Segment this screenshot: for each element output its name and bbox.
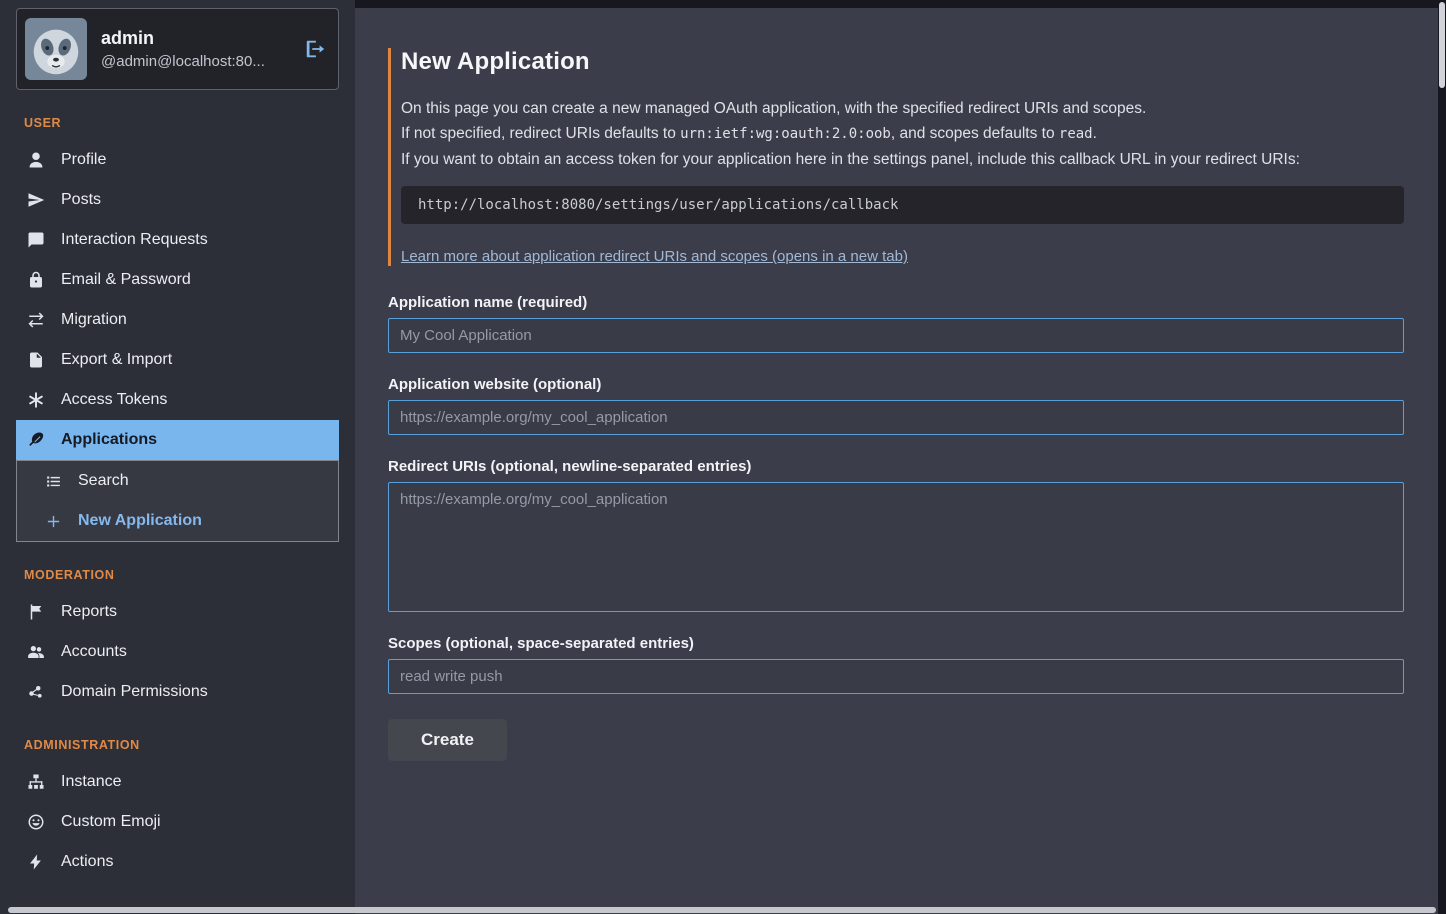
- sidebar-item-applications[interactable]: Applications: [16, 420, 339, 460]
- section-heading-moderation: MODERATION: [24, 568, 339, 582]
- users-icon: [26, 643, 46, 661]
- intro-line-2-text: If not specified, redirect URIs defaults…: [401, 125, 680, 142]
- learn-more-link[interactable]: Learn more about application redirect UR…: [401, 248, 908, 265]
- asterisk-icon: [26, 391, 46, 409]
- section-heading-user: USER: [24, 116, 339, 130]
- sidebar-item-access-tokens[interactable]: Access Tokens: [16, 380, 339, 420]
- plus-icon: [43, 513, 63, 530]
- sign-out-icon[interactable]: [304, 38, 326, 60]
- section-heading-administration: ADMINISTRATION: [24, 738, 339, 752]
- file-icon: [26, 351, 46, 369]
- application-website-label: Application website (optional): [388, 376, 1404, 393]
- sidebar-item-label: Access Tokens: [61, 391, 167, 409]
- sidebar-item-label: Domain Permissions: [61, 683, 208, 701]
- field-application-website: Application website (optional): [388, 376, 1404, 435]
- sidebar-item-label: Email & Password: [61, 271, 191, 289]
- intro-line-2-text: .: [1093, 125, 1097, 142]
- intro-line-2: If not specified, redirect URIs defaults…: [401, 121, 1404, 147]
- paper-plane-icon: [26, 191, 46, 209]
- sidebar-item-new-application[interactable]: New Application: [17, 501, 338, 541]
- redirect-uris-label: Redirect URIs (optional, newline-separat…: [388, 458, 1404, 475]
- sidebar-item-label: Accounts: [61, 643, 127, 661]
- avatar: [25, 18, 87, 80]
- sidebar-item-label: Search: [78, 472, 129, 490]
- page-title: New Application: [401, 48, 1404, 76]
- sidebar-item-instance[interactable]: Instance: [16, 762, 339, 802]
- feather-icon: [26, 431, 46, 449]
- scopes-input[interactable]: [388, 659, 1404, 694]
- sidebar-item-domain-permissions[interactable]: Domain Permissions: [16, 672, 339, 712]
- app-window: admin @admin@localhost:80... USER Profil…: [0, 0, 1446, 914]
- sidebar: admin @admin@localhost:80... USER Profil…: [0, 0, 355, 914]
- sidebar-item-custom-emoji[interactable]: Custom Emoji: [16, 802, 339, 842]
- sidebar-item-label: Export & Import: [61, 351, 172, 369]
- sidebar-item-label: Custom Emoji: [61, 813, 161, 831]
- intro-block: New Application On this page you can cre…: [388, 48, 1404, 266]
- sidebar-item-label: New Application: [78, 512, 202, 530]
- sidebar-item-label: Reports: [61, 603, 117, 621]
- sitemap-icon: [26, 773, 46, 791]
- field-redirect-uris: Redirect URIs (optional, newline-separat…: [388, 458, 1404, 612]
- new-application-form: Application name (required) Application …: [388, 294, 1404, 761]
- sidebar-item-profile[interactable]: Profile: [16, 140, 339, 180]
- applications-submenu: Search New Application: [16, 460, 339, 542]
- smiley-icon: [26, 813, 46, 831]
- sidebar-item-accounts[interactable]: Accounts: [16, 632, 339, 672]
- user-handle: @admin@localhost:80...: [101, 53, 265, 70]
- sidebar-item-label: Actions: [61, 853, 113, 871]
- sidebar-item-label: Posts: [61, 191, 101, 209]
- intro-line-1: On this page you can create a new manage…: [401, 96, 1404, 121]
- bolt-icon: [26, 853, 46, 871]
- horizontal-scrollbar-thumb[interactable]: [8, 907, 1436, 913]
- application-name-label: Application name (required): [388, 294, 1404, 311]
- main-panel: New Application On this page you can cre…: [355, 8, 1438, 914]
- list-icon: [43, 473, 63, 490]
- vertical-scrollbar[interactable]: [1438, 0, 1446, 914]
- vertical-scrollbar-thumb[interactable]: [1439, 2, 1445, 88]
- sidebar-item-label: Interaction Requests: [61, 231, 208, 249]
- create-button[interactable]: Create: [388, 719, 507, 761]
- comment-icon: [26, 231, 46, 249]
- sidebar-item-email-password[interactable]: Email & Password: [16, 260, 339, 300]
- network-dots-icon: [26, 683, 46, 701]
- sidebar-item-label: Profile: [61, 151, 106, 169]
- user-meta: admin @admin@localhost:80...: [101, 28, 265, 70]
- horizontal-scrollbar[interactable]: [0, 906, 1446, 914]
- arrows-left-right-icon: [26, 311, 46, 329]
- read-scope-code: read: [1059, 126, 1093, 142]
- user-card[interactable]: admin @admin@localhost:80...: [16, 8, 339, 90]
- sidebar-item-reports[interactable]: Reports: [16, 592, 339, 632]
- sidebar-item-search[interactable]: Search: [17, 461, 338, 501]
- intro-line-2-text: , and scopes defaults to: [891, 125, 1059, 142]
- intro-line-3: If you want to obtain an access token fo…: [401, 147, 1404, 172]
- redirect-uris-textarea[interactable]: [388, 482, 1404, 612]
- sidebar-item-label: Applications: [61, 431, 157, 449]
- field-application-name: Application name (required): [388, 294, 1404, 353]
- application-website-input[interactable]: [388, 400, 1404, 435]
- user-icon: [26, 151, 46, 169]
- sidebar-item-actions[interactable]: Actions: [16, 842, 339, 882]
- sidebar-item-interaction-requests[interactable]: Interaction Requests: [16, 220, 339, 260]
- application-name-input[interactable]: [388, 318, 1404, 353]
- callback-url-code-block: http://localhost:8080/settings/user/appl…: [401, 186, 1404, 224]
- sidebar-item-label: Migration: [61, 311, 127, 329]
- sidebar-item-export-import[interactable]: Export & Import: [16, 340, 339, 380]
- main-outer: New Application On this page you can cre…: [355, 0, 1446, 914]
- flag-icon: [26, 603, 46, 621]
- sidebar-item-posts[interactable]: Posts: [16, 180, 339, 220]
- scopes-label: Scopes (optional, space-separated entrie…: [388, 635, 1404, 652]
- sidebar-item-migration[interactable]: Migration: [16, 300, 339, 340]
- lock-icon: [26, 271, 46, 289]
- oob-uri-code: urn:ietf:wg:oauth:2.0:oob: [680, 126, 891, 142]
- field-scopes: Scopes (optional, space-separated entrie…: [388, 635, 1404, 694]
- user-name: admin: [101, 28, 265, 49]
- sidebar-item-label: Instance: [61, 773, 121, 791]
